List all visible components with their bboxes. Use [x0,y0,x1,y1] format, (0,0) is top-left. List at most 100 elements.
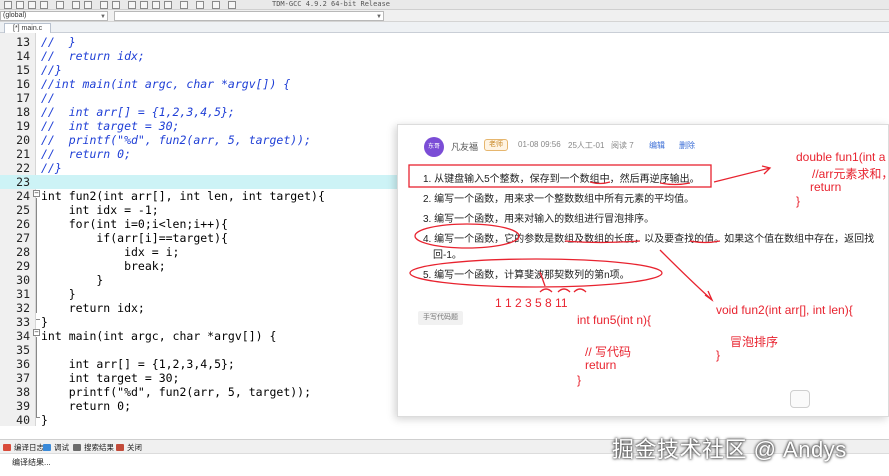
fold-guide [36,337,37,417]
code-text[interactable]: } [41,287,76,301]
debug-icon[interactable] [180,1,188,9]
code-text[interactable]: // return 0; [41,147,131,161]
annotation-fun2-close: } [716,348,721,362]
line-number: 28 [16,245,30,259]
line-number: 14 [16,49,30,63]
chart-icon[interactable] [196,1,204,9]
line-number: 26 [16,217,30,231]
code-text[interactable]: int fun2(int arr[], int len, int target)… [41,189,325,203]
fold-end [36,417,40,418]
search-icon[interactable] [100,1,108,9]
edit-link[interactable]: 编辑 [649,140,665,151]
line-number: 34 [16,329,30,343]
list-item: 回-1。 [433,250,462,261]
run-icon[interactable] [140,1,148,9]
code-text[interactable]: int main(int argc, char *argv[]) { [41,329,276,343]
search-results-icon [73,444,81,451]
code-text[interactable]: } [41,413,48,427]
line-number: 36 [16,357,30,371]
compile-output-text: 编译结果... [12,458,51,467]
annotation-fun1-close: } [796,194,801,208]
chat-icon[interactable] [790,390,810,408]
tab-debug[interactable]: 调试 [43,442,69,453]
author-name[interactable]: 凡友福 [451,140,478,153]
annotation-fun1-return: return [810,180,842,194]
line-number: 32 [16,301,30,315]
tab-compile-log-label: 编译日志 [14,443,44,452]
code-text[interactable]: int idx = -1; [41,203,159,217]
code-text[interactable]: return 0; [41,399,131,413]
code-text[interactable]: return idx; [41,301,145,315]
tab-main-c[interactable]: [*] main.c [4,23,52,33]
symbol-select[interactable]: ▼ [114,11,384,21]
scope-select[interactable]: (global) ▼ [0,11,108,21]
code-text[interactable]: // return idx; [41,49,145,63]
watermark: 掘金技术社区 @ Andys [612,437,847,462]
scope-select-value: (global) [3,12,27,19]
stop-icon[interactable] [228,1,236,9]
line-number: 16 [16,77,30,91]
list-item: 3. 编写一个函数，用来对输入的数组进行冒泡排序。 [423,214,655,225]
code-text[interactable]: // [41,91,55,105]
check-icon[interactable] [212,1,220,9]
post-datetime: 01-08 09:56 [518,140,561,149]
avatar[interactable]: 东哥 [424,137,444,157]
code-text[interactable]: int arr[] = {1,2,3,4,5}; [41,357,235,371]
fold-toggle-icon[interactable]: − [33,190,40,197]
compile-icon[interactable] [128,1,136,9]
compile-run-icon[interactable] [152,1,160,9]
tab-close-label: 关闭 [127,443,142,452]
replace-icon[interactable] [112,1,120,9]
code-line[interactable]: 17 // [0,91,889,105]
code-text[interactable]: // int arr[] = {1,2,3,4,5}; [41,105,235,119]
code-text[interactable]: idx = i; [41,245,179,259]
code-text[interactable]: } [41,273,103,287]
code-line[interactable]: 18 // int arr[] = {1,2,3,4,5}; [0,105,889,119]
code-text[interactable]: if(arr[i]==target){ [41,231,228,245]
line-number: 24 [16,189,30,203]
chevron-down-icon: ▼ [376,14,382,20]
print-icon[interactable] [56,1,64,9]
delete-link[interactable]: 删除 [679,140,695,151]
redo-icon[interactable] [84,1,92,9]
main-toolbar: TDM-GCC 4.9.2 64-bit Release [0,0,889,10]
code-line[interactable]: 13 // } [0,35,889,49]
tab-close[interactable]: 关闭 [116,442,142,453]
code-text[interactable]: int target = 30; [41,371,180,385]
code-text[interactable]: // printf("%d", fun2(arr, 5, target)); [41,133,311,147]
code-text[interactable]: //} [41,161,62,175]
code-line[interactable]: 14 // return idx; [0,49,889,63]
save-all-icon[interactable] [40,1,48,9]
code-text[interactable]: //} [41,63,62,77]
tag-button[interactable]: 手写代码题 [418,311,463,325]
annotation-fun1-sig: double fun1(int a [796,150,886,164]
compiler-version[interactable]: TDM-GCC 4.9.2 64-bit Release [272,0,390,9]
class-browser-bar: (global) ▼ ▼ [0,10,889,22]
tab-compile-log[interactable]: 编译日志 [3,442,44,453]
code-line[interactable]: 15 //} [0,63,889,77]
save-icon[interactable] [28,1,36,9]
code-text[interactable]: // int target = 30; [41,119,179,133]
line-number: 30 [16,273,30,287]
tab-search-results[interactable]: 搜索结果 [73,442,114,453]
open-file-icon[interactable] [16,1,24,9]
undo-icon[interactable] [72,1,80,9]
code-text[interactable]: printf("%d", fun2(arr, 5, target)); [41,385,311,399]
annotation-fun2-sig: void fun2(int arr[], int len){ [716,303,853,317]
code-text[interactable]: // } [41,35,76,49]
code-text[interactable]: break; [41,259,166,273]
line-number: 19 [16,119,30,133]
code-text[interactable]: //int main(int argc, char *argv[]) { [41,77,290,91]
list-item: 1. 从键盘输入5个整数，保存到一个数组中，然后再逆序输出。 [423,174,700,185]
code-line[interactable]: 16 //int main(int argc, char *argv[]) { [0,77,889,91]
line-number: 38 [16,385,30,399]
list-item: 4. 编写一个函数，它的参数是数组及数组的长度，以及要查找的值。如果这个值在数组… [423,234,875,245]
code-text[interactable]: } [41,315,48,329]
line-number: 39 [16,399,30,413]
line-number: 17 [16,91,30,105]
code-text[interactable]: for(int i=0;i<len;i++){ [41,217,228,231]
fold-toggle-icon[interactable]: − [33,329,40,336]
rebuild-icon[interactable] [164,1,172,9]
new-file-icon[interactable] [4,1,12,9]
compile-log-icon [3,444,11,451]
